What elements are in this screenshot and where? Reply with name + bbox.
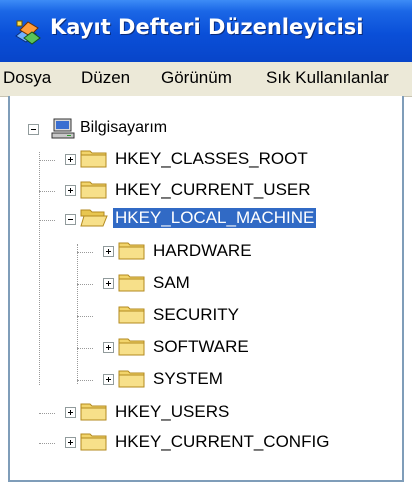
tree-node-software[interactable]: SOFTWARE	[153, 337, 249, 357]
folder-icon	[118, 274, 145, 292]
tree-node-hkey-classes-root[interactable]: HKEY_CLASSES_ROOT	[115, 149, 308, 169]
tree-node-security[interactable]: SECURITY	[153, 305, 239, 325]
menu-bar: Dosya Düzen Görünüm Sık Kullanılanlar	[0, 62, 412, 97]
folder-icon	[118, 306, 145, 324]
tree-connector	[77, 284, 93, 285]
tree-connector	[39, 443, 55, 444]
registry-editor-window: Kayıt Defteri Düzenleyicisi Dosya Düzen …	[0, 0, 412, 488]
collapse-toggle-root[interactable]	[28, 124, 39, 135]
computer-icon	[51, 118, 75, 139]
folder-icon	[118, 370, 145, 388]
registry-editor-icon	[15, 20, 41, 45]
tree-node-sam[interactable]: SAM	[153, 273, 190, 293]
menu-edit[interactable]: Düzen	[81, 68, 130, 88]
expand-toggle-software[interactable]	[103, 342, 114, 353]
tree-connector	[39, 160, 55, 161]
expand-toggle-classes-root[interactable]	[65, 154, 76, 165]
tree-node-system[interactable]: SYSTEM	[153, 369, 223, 389]
tree-node-hkey-current-user[interactable]: HKEY_CURRENT_USER	[115, 180, 311, 200]
tree-node-hkey-current-config[interactable]: HKEY_CURRENT_CONFIG	[115, 432, 329, 452]
expand-toggle-hardware[interactable]	[103, 246, 114, 257]
tree-connector	[77, 316, 93, 317]
folder-icon	[80, 433, 107, 451]
tree-node-hardware[interactable]: HARDWARE	[153, 241, 252, 261]
folder-icon	[80, 181, 107, 199]
window-title: Kayıt Defteri Düzenleyicisi	[50, 15, 364, 39]
title-bar[interactable]: Kayıt Defteri Düzenleyicisi	[0, 0, 412, 62]
registry-tree[interactable]: Bilgisayarım HKEY_CLASSES_ROOT HKEY_CURR…	[8, 96, 404, 482]
expand-toggle-current-user[interactable]	[65, 185, 76, 196]
tree-connector	[39, 413, 55, 414]
collapse-toggle-local-machine[interactable]	[65, 214, 76, 225]
tree-connector	[77, 380, 93, 381]
tree-node-root-label[interactable]: Bilgisayarım	[80, 119, 167, 137]
folder-icon	[80, 403, 107, 421]
folder-icon	[118, 242, 145, 260]
menu-favorites[interactable]: Sık Kullanılanlar	[266, 68, 389, 88]
tree-connector	[77, 252, 93, 253]
folder-icon	[80, 150, 107, 168]
open-folder-icon	[80, 209, 108, 227]
tree-connector	[39, 191, 55, 192]
tree-connector	[39, 152, 40, 385]
tree-node-hkey-local-machine[interactable]: HKEY_LOCAL_MACHINE	[111, 207, 318, 229]
tree-connector	[39, 220, 55, 221]
tree-node-hkey-users[interactable]: HKEY_USERS	[115, 402, 229, 422]
expand-toggle-current-config[interactable]	[65, 437, 76, 448]
menu-file[interactable]: Dosya	[3, 68, 51, 88]
expand-toggle-sam[interactable]	[103, 278, 114, 289]
tree-connector	[77, 244, 78, 384]
menu-view[interactable]: Görünüm	[161, 68, 232, 88]
tree-connector	[77, 348, 93, 349]
expand-toggle-users[interactable]	[65, 407, 76, 418]
folder-icon	[118, 338, 145, 356]
expand-toggle-system[interactable]	[103, 374, 114, 385]
